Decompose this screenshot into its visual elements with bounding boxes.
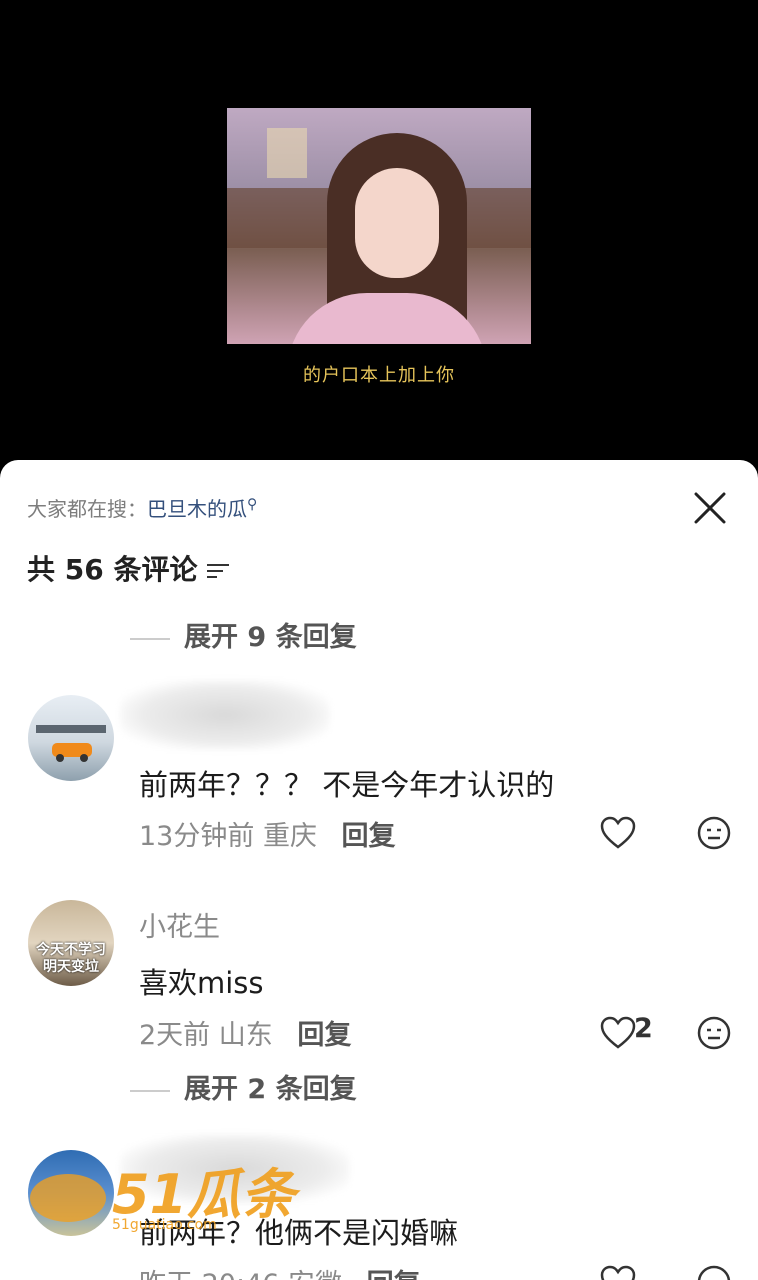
heart-icon[interactable]	[598, 1262, 638, 1280]
heart-icon[interactable]	[598, 1013, 638, 1053]
comment-username[interactable]: 小花生	[139, 905, 220, 944]
emoji-react-icon[interactable]	[694, 813, 734, 853]
comment-meta: 昨天 20:46 安徽 回复	[139, 1262, 421, 1280]
comment-count-label: 共 56 条评论	[27, 553, 198, 586]
search-icon: ⚲	[247, 496, 258, 513]
comment-location: 重庆	[262, 821, 317, 852]
car-avatar-icon	[36, 725, 106, 762]
avatar-text: 今天不学习 明天变垃	[36, 942, 106, 975]
expand-replies-label: 展开 2 条回复	[184, 1074, 357, 1105]
sort-filter-icon[interactable]	[207, 562, 230, 580]
heart-icon[interactable]	[598, 813, 638, 853]
background-lamp	[267, 128, 307, 178]
comment-count: 共 56 条评论	[27, 548, 230, 588]
expand-divider	[130, 637, 170, 640]
video-frame	[227, 108, 531, 344]
avatar[interactable]	[28, 695, 114, 781]
video-player[interactable]: 的户口本上加上你	[0, 0, 758, 470]
comment-time: 2天前	[139, 1020, 211, 1051]
trending-search-prefix: 大家都在搜：	[27, 497, 147, 521]
video-subtitle: 的户口本上加上你	[303, 365, 455, 386]
watermark-logo-icon	[30, 1174, 106, 1223]
comment-meta: 13分钟前 重庆 回复	[139, 814, 396, 853]
person-face	[355, 168, 439, 278]
reply-button[interactable]: 回复	[342, 821, 396, 852]
comment-text: 喜欢miss	[139, 966, 264, 1000]
comment-location: 山东	[218, 1020, 273, 1051]
trending-search[interactable]: 大家都在搜：巴旦木的瓜⚲	[27, 493, 257, 522]
reply-button[interactable]: 回复	[367, 1269, 421, 1280]
close-icon[interactable]	[690, 488, 730, 528]
expand-replies-button[interactable]: 展开 9 条回复	[130, 615, 357, 654]
emoji-react-icon[interactable]	[694, 1013, 734, 1053]
reply-button[interactable]: 回复	[297, 1020, 351, 1051]
emoji-react-icon[interactable]	[694, 1262, 734, 1280]
avatar[interactable]: 今天不学习 明天变垃	[28, 900, 114, 986]
expand-replies-button[interactable]: 展开 2 条回复	[130, 1067, 357, 1106]
comment-time: 13分钟前	[139, 821, 255, 852]
like-count: 2	[634, 1013, 653, 1044]
trending-search-keyword[interactable]: 巴旦木的瓜	[147, 497, 247, 521]
comment-location: 安徽	[288, 1269, 342, 1280]
comment-time: 昨天 20:46	[139, 1269, 279, 1280]
site-watermark: 51瓜条 51guatiao.com	[30, 1150, 295, 1233]
expand-replies-label: 展开 9 条回复	[184, 622, 357, 653]
blurred-username	[120, 680, 330, 750]
comment-text: 前两年？？？ 不是今年才认识的	[139, 768, 555, 802]
expand-divider	[130, 1089, 170, 1092]
comment-meta: 2天前 山东 回复	[139, 1013, 351, 1052]
